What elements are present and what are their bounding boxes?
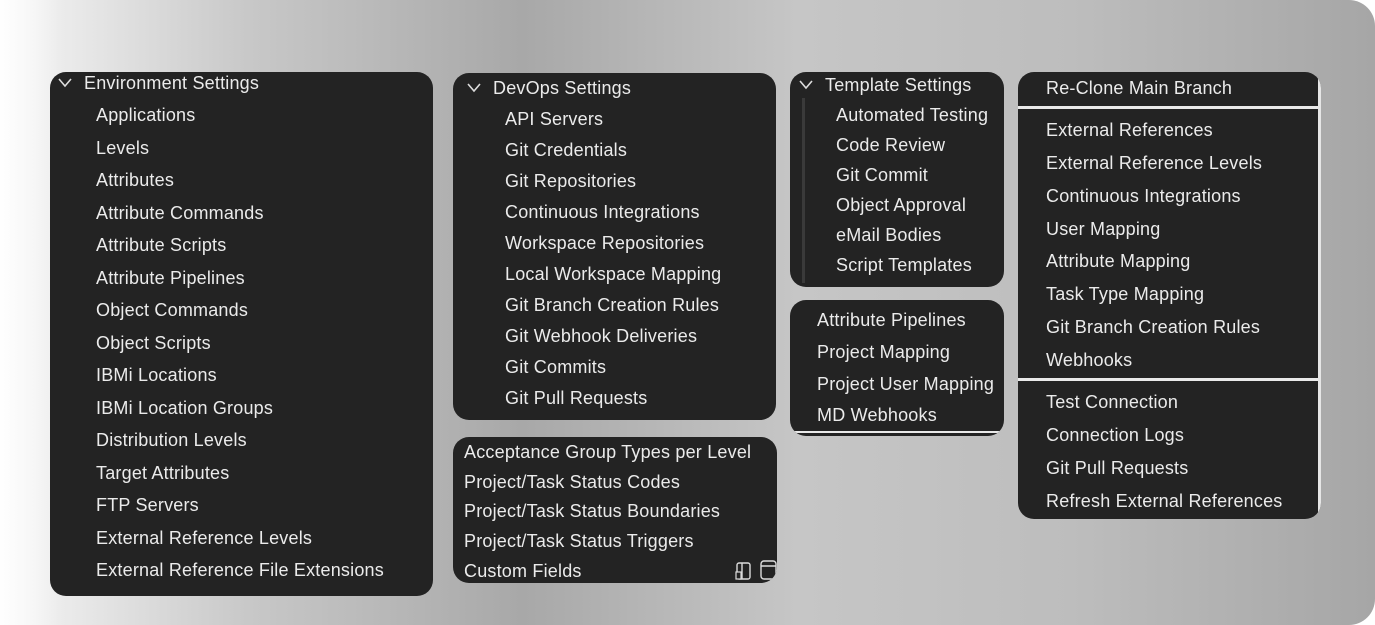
devops-settings-panel: DevOps Settings API Servers Git Credenti… (453, 73, 776, 420)
menu-item-automated-testing[interactable]: Automated Testing (836, 104, 988, 126)
menu-item-git-pull-requests[interactable]: Git Pull Requests (505, 387, 647, 409)
menu-item-task-type-mapping[interactable]: Task Type Mapping (1046, 283, 1204, 305)
chevron-down-icon[interactable] (799, 80, 813, 90)
menu-item-status-codes[interactable]: Project/Task Status Codes (464, 471, 680, 493)
panel-icon[interactable] (759, 559, 777, 583)
menu-item-connection-logs[interactable]: Connection Logs (1046, 424, 1184, 446)
menu-item-project-mapping[interactable]: Project Mapping (817, 341, 950, 363)
menu-item-project-user-mapping[interactable]: Project User Mapping (817, 373, 994, 395)
menu-item-git-branch-creation-rules[interactable]: Git Branch Creation Rules (505, 294, 719, 316)
menu-item-attribute-scripts[interactable]: Attribute Scripts (96, 234, 226, 256)
menu-item-user-mapping[interactable]: User Mapping (1046, 218, 1160, 240)
menu-item-md-webhooks[interactable]: MD Webhooks (817, 404, 937, 426)
menu-item-external-reference-file-extensions[interactable]: External Reference File Extensions (96, 559, 384, 581)
menu-item-git-branch-creation-rules[interactable]: Git Branch Creation Rules (1046, 316, 1260, 338)
menu-item-status-triggers[interactable]: Project/Task Status Triggers (464, 530, 694, 552)
divider (1018, 106, 1321, 109)
menu-item-object-approval[interactable]: Object Approval (836, 194, 966, 216)
menu-item-target-attributes[interactable]: Target Attributes (96, 462, 229, 484)
menu-item-ibmi-location-groups[interactable]: IBMi Location Groups (96, 397, 273, 419)
menu-item-email-bodies[interactable]: eMail Bodies (836, 224, 941, 246)
menu-item-external-references[interactable]: External References (1046, 119, 1213, 141)
actions-panel: Re-Clone Main Branch External References… (1018, 72, 1321, 519)
menu-item-continuous-integrations[interactable]: Continuous Integrations (1046, 185, 1241, 207)
menu-item-ftp-servers[interactable]: FTP Servers (96, 494, 199, 516)
menu-item-workspace-repositories[interactable]: Workspace Repositories (505, 232, 704, 254)
menu-item-local-workspace-mapping[interactable]: Local Workspace Mapping (505, 263, 721, 285)
menu-item-applications[interactable]: Applications (96, 104, 195, 126)
menu-item-refresh-external-references[interactable]: Refresh External References (1046, 490, 1283, 512)
chevron-down-icon[interactable] (467, 83, 481, 93)
environment-settings-header[interactable]: Environment Settings (84, 72, 259, 94)
mapping-panel: Attribute Pipelines Project Mapping Proj… (790, 300, 1004, 436)
scrollbar[interactable] (1318, 72, 1321, 519)
menu-item-webhooks[interactable]: Webhooks (1046, 349, 1132, 371)
devops-settings-header[interactable]: DevOps Settings (493, 77, 631, 99)
menu-item-script-templates[interactable]: Script Templates (836, 254, 972, 276)
menu-item-continuous-integrations[interactable]: Continuous Integrations (505, 201, 700, 223)
divider (790, 431, 1004, 433)
menu-item-distribution-levels[interactable]: Distribution Levels (96, 429, 247, 451)
sidebar-icon[interactable] (734, 561, 754, 583)
menu-item-git-webhook-deliveries[interactable]: Git Webhook Deliveries (505, 325, 697, 347)
template-settings-panel: Template Settings Automated Testing Code… (790, 72, 1004, 287)
menu-item-object-scripts[interactable]: Object Scripts (96, 332, 211, 354)
menu-item-external-reference-levels[interactable]: External Reference Levels (1046, 152, 1262, 174)
menu-item-attribute-pipelines[interactable]: Attribute Pipelines (817, 309, 966, 331)
template-settings-header[interactable]: Template Settings (825, 74, 971, 96)
menu-item-attribute-commands[interactable]: Attribute Commands (96, 202, 264, 224)
menu-item-code-review[interactable]: Code Review (836, 134, 945, 156)
environment-settings-panel: Environment Settings Applications Levels… (50, 72, 433, 596)
menu-item-custom-fields[interactable]: Custom Fields (464, 560, 582, 582)
menu-item-git-commit[interactable]: Git Commit (836, 164, 928, 186)
menu-item-attribute-mapping[interactable]: Attribute Mapping (1046, 250, 1190, 272)
menu-item-ibmi-locations[interactable]: IBMi Locations (96, 364, 217, 386)
menu-item-object-commands[interactable]: Object Commands (96, 299, 248, 321)
tree-rail (802, 98, 805, 283)
menu-item-acceptance-group-types[interactable]: Acceptance Group Types per Level (464, 441, 751, 463)
menu-item-external-reference-levels[interactable]: External Reference Levels (96, 527, 312, 549)
menu-item-status-boundaries[interactable]: Project/Task Status Boundaries (464, 500, 720, 522)
project-settings-panel: Acceptance Group Types per Level Project… (453, 437, 777, 583)
menu-item-attribute-pipelines[interactable]: Attribute Pipelines (96, 267, 245, 289)
chevron-down-icon[interactable] (58, 78, 72, 88)
menu-item-api-servers[interactable]: API Servers (505, 108, 603, 130)
menu-item-git-repositories[interactable]: Git Repositories (505, 170, 636, 192)
divider (1018, 378, 1321, 381)
menu-item-test-connection[interactable]: Test Connection (1046, 391, 1178, 413)
menu-item-git-commits[interactable]: Git Commits (505, 356, 606, 378)
menu-item-attributes[interactable]: Attributes (96, 169, 174, 191)
menu-item-re-clone-main-branch[interactable]: Re-Clone Main Branch (1046, 77, 1232, 99)
menu-item-git-pull-requests[interactable]: Git Pull Requests (1046, 457, 1188, 479)
menu-item-levels[interactable]: Levels (96, 137, 149, 159)
menu-item-git-credentials[interactable]: Git Credentials (505, 139, 627, 161)
